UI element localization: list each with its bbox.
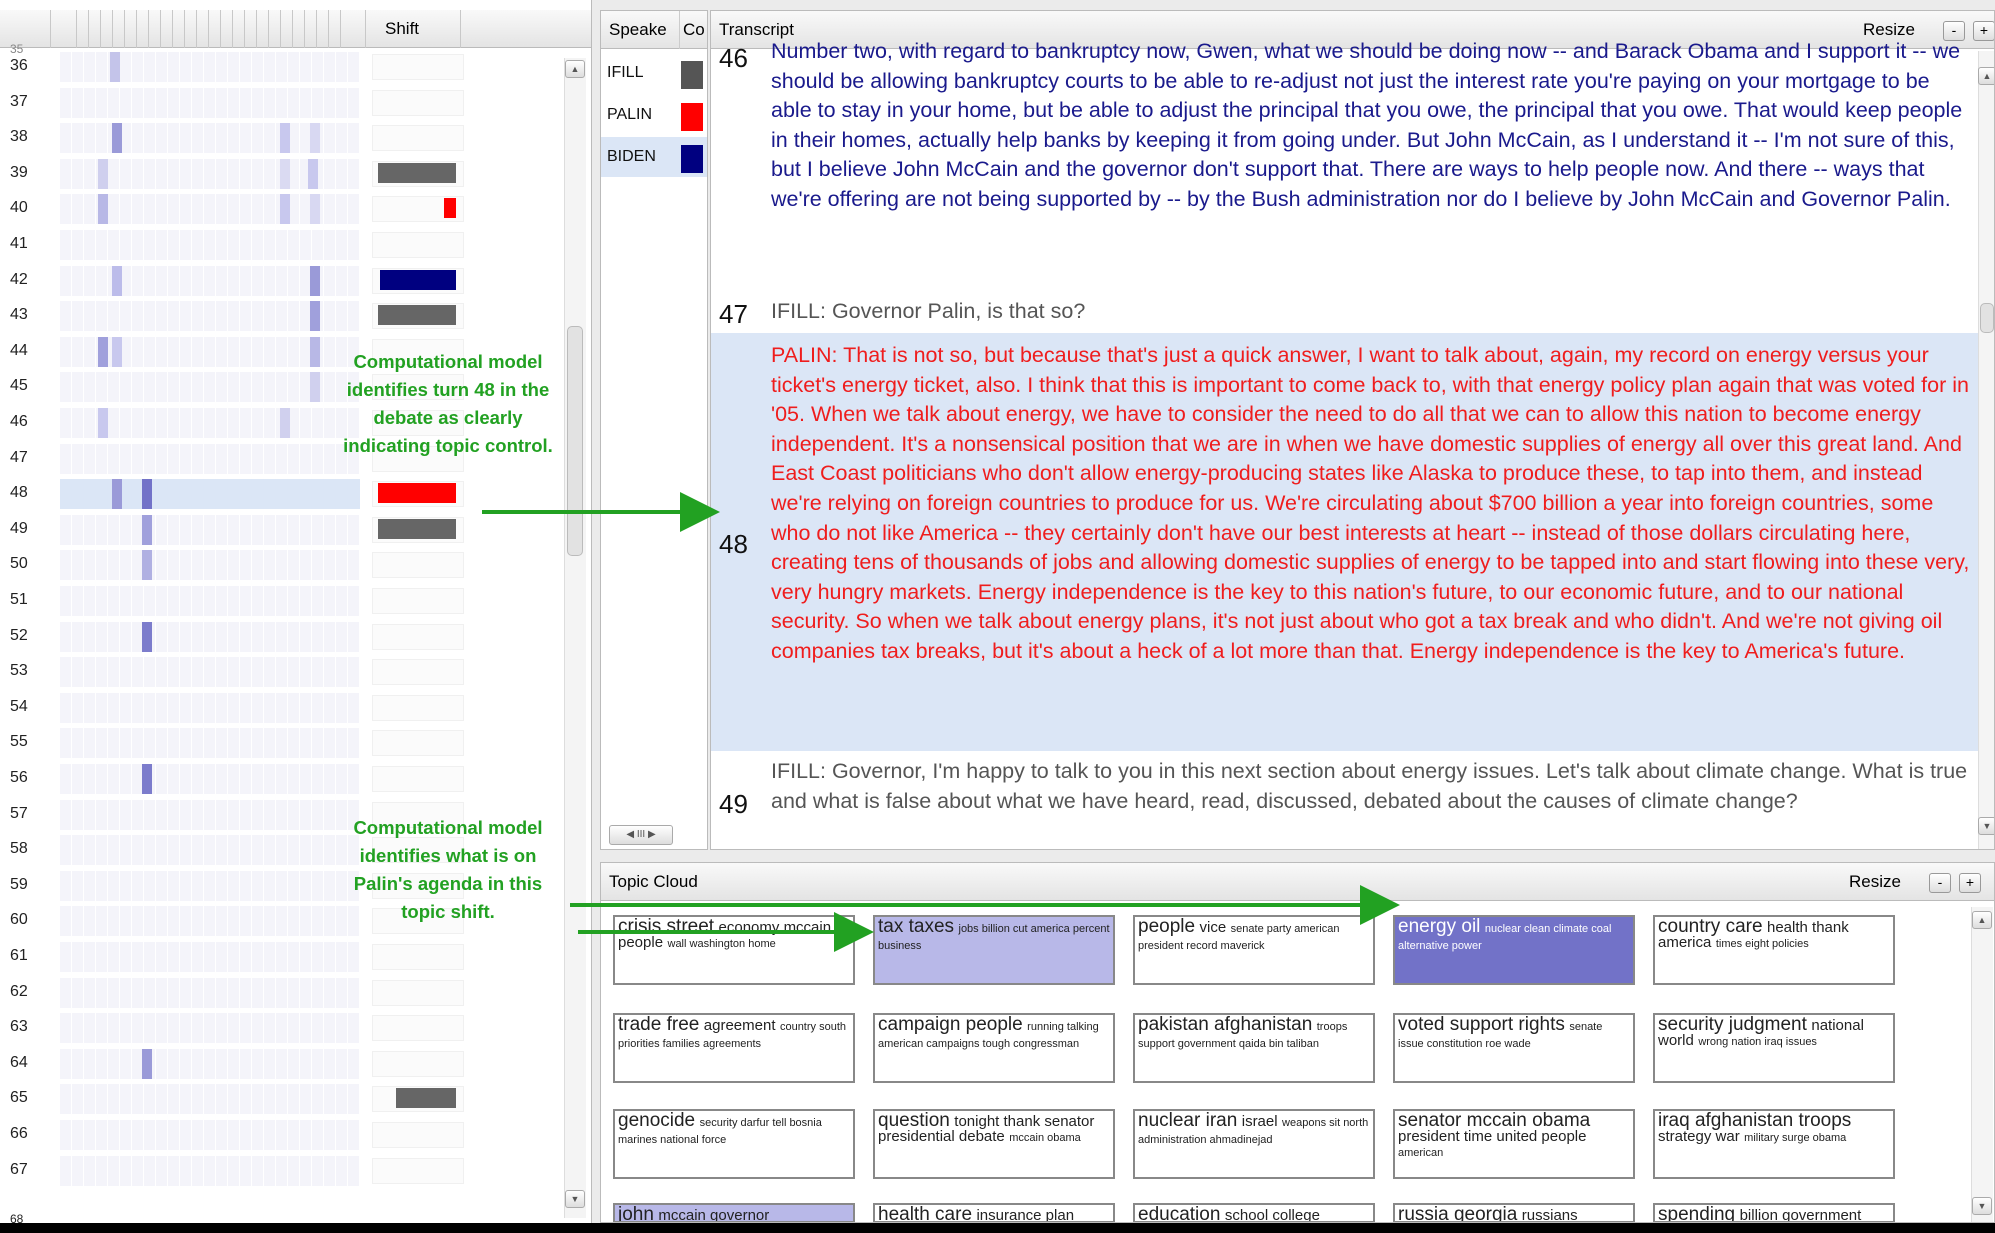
bottom-edge: [0, 1223, 1995, 1233]
annotation-arrows: [482, 492, 1400, 952]
